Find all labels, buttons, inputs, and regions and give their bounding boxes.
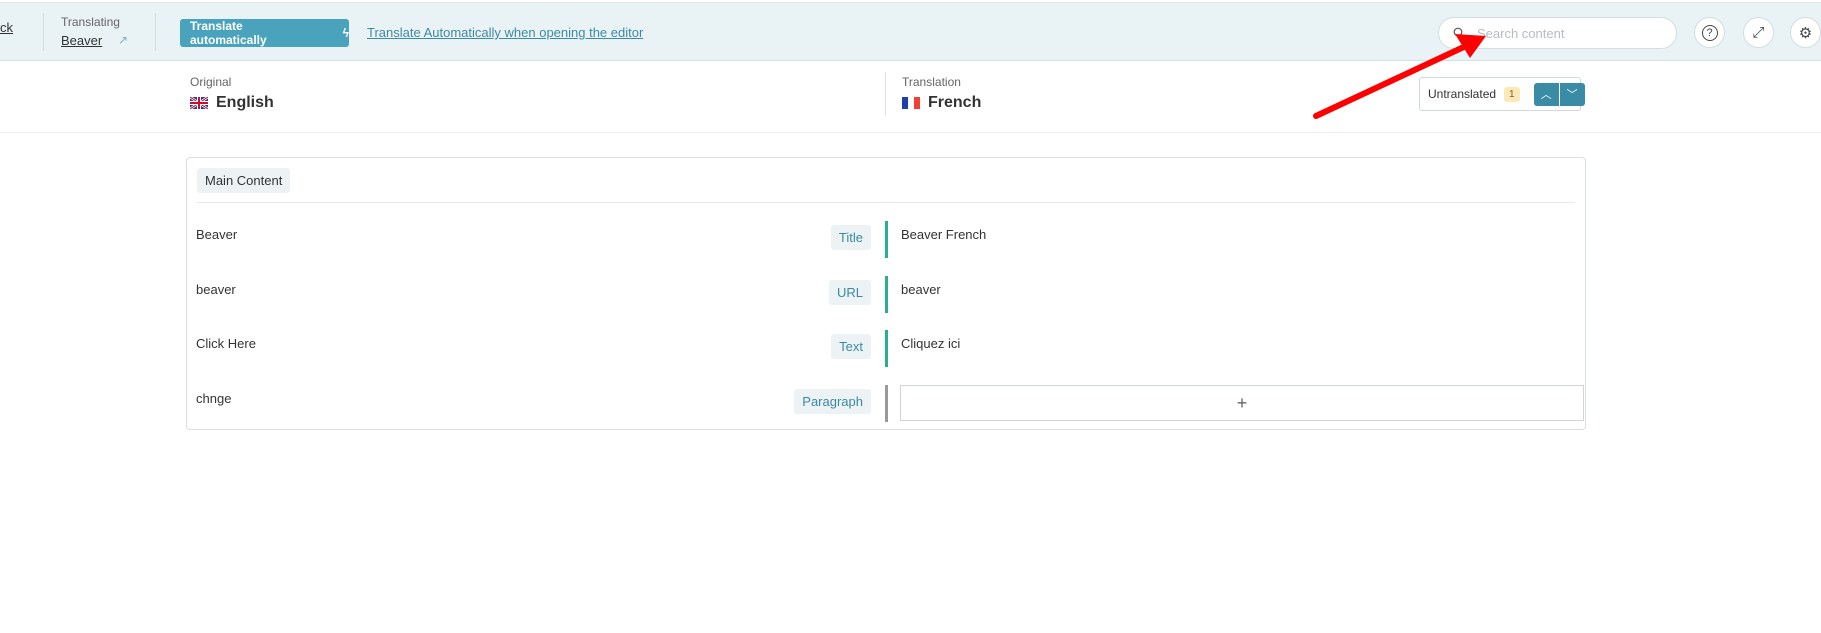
chevron-up-icon: ︿ bbox=[1540, 89, 1552, 101]
help-button[interactable]: ? bbox=[1694, 17, 1725, 48]
gear-icon: ⚙ bbox=[1798, 24, 1813, 42]
back-link[interactable]: ck bbox=[0, 20, 13, 35]
field-row: Click Here Text Cliquez ici bbox=[187, 330, 1587, 367]
translation-text[interactable]: Cliquez ici bbox=[901, 336, 960, 351]
field-type-badge: URL bbox=[828, 280, 871, 305]
translated-status-bar bbox=[885, 276, 888, 313]
translating-label: Translating bbox=[61, 15, 120, 29]
button-label: Translate automatically bbox=[190, 19, 267, 47]
original-label: Original bbox=[190, 75, 232, 89]
search-box[interactable] bbox=[1438, 17, 1677, 49]
previous-untranslated-button[interactable]: ︿ bbox=[1533, 82, 1559, 106]
original-text: Click Here bbox=[196, 336, 256, 351]
untranslated-count-badge: 1 bbox=[1504, 86, 1520, 102]
field-type-badge: Title bbox=[830, 225, 871, 250]
add-translation-button[interactable]: + bbox=[900, 385, 1584, 421]
section-title: Main Content bbox=[197, 168, 291, 193]
translation-text[interactable]: beaver bbox=[901, 282, 941, 297]
field-row: Beaver Title Beaver French bbox=[187, 221, 1587, 258]
field-type-badge: Text bbox=[831, 334, 871, 359]
divider bbox=[885, 72, 886, 116]
chevron-down-icon: ﹀ bbox=[1566, 89, 1578, 101]
field-type-badge: Paragraph bbox=[794, 389, 871, 414]
divider bbox=[197, 202, 1575, 203]
translation-language-name: French bbox=[928, 94, 982, 111]
plus-icon: + bbox=[1236, 392, 1248, 413]
translated-status-bar bbox=[885, 330, 888, 367]
settings-button[interactable]: ⚙ bbox=[1790, 17, 1821, 48]
expand-icon: ⤢ bbox=[1752, 24, 1765, 41]
lightning-icon: ϟ bbox=[342, 26, 349, 40]
divider bbox=[43, 13, 44, 51]
untranslated-filter: Untranslated 1 ︿ ﹀ bbox=[1419, 77, 1585, 111]
original-language-name: English bbox=[216, 94, 274, 111]
next-untranslated-button[interactable]: ﹀ bbox=[1559, 82, 1585, 106]
translated-status-bar bbox=[885, 221, 888, 258]
original-language: English bbox=[190, 94, 274, 112]
untranslated-status-bar bbox=[885, 385, 888, 422]
translation-text[interactable]: Beaver French bbox=[901, 227, 986, 242]
help-icon: ? bbox=[1701, 24, 1718, 41]
french-flag-icon bbox=[902, 97, 920, 109]
search-input[interactable] bbox=[1477, 25, 1657, 41]
uk-flag-icon bbox=[190, 97, 208, 109]
original-text: chnge bbox=[196, 391, 232, 406]
original-text: Beaver bbox=[196, 227, 238, 242]
divider bbox=[155, 13, 156, 51]
page-name-link[interactable]: Beaver bbox=[61, 33, 102, 48]
field-row: chnge Paragraph + bbox=[187, 385, 1587, 422]
untranslated-label: Untranslated bbox=[1428, 87, 1497, 101]
translation-language: French bbox=[902, 94, 981, 112]
search-icon bbox=[1453, 27, 1465, 39]
main-content-section: Main Content Beaver Title Beaver French … bbox=[186, 157, 1586, 430]
translate-automatically-button[interactable]: Translate automatically ϟ bbox=[180, 19, 349, 47]
original-text: beaver bbox=[196, 282, 236, 297]
external-link-icon[interactable]: ↗ bbox=[118, 33, 128, 47]
auto-translate-setting-link[interactable]: Translate Automatically when opening the… bbox=[367, 25, 643, 40]
translation-label: Translation bbox=[902, 75, 961, 89]
fullscreen-button[interactable]: ⤢ bbox=[1743, 17, 1774, 48]
top-toolbar: ck Translating Beaver ↗ Translate automa… bbox=[0, 2, 1821, 61]
field-row: beaver URL beaver bbox=[187, 276, 1587, 313]
